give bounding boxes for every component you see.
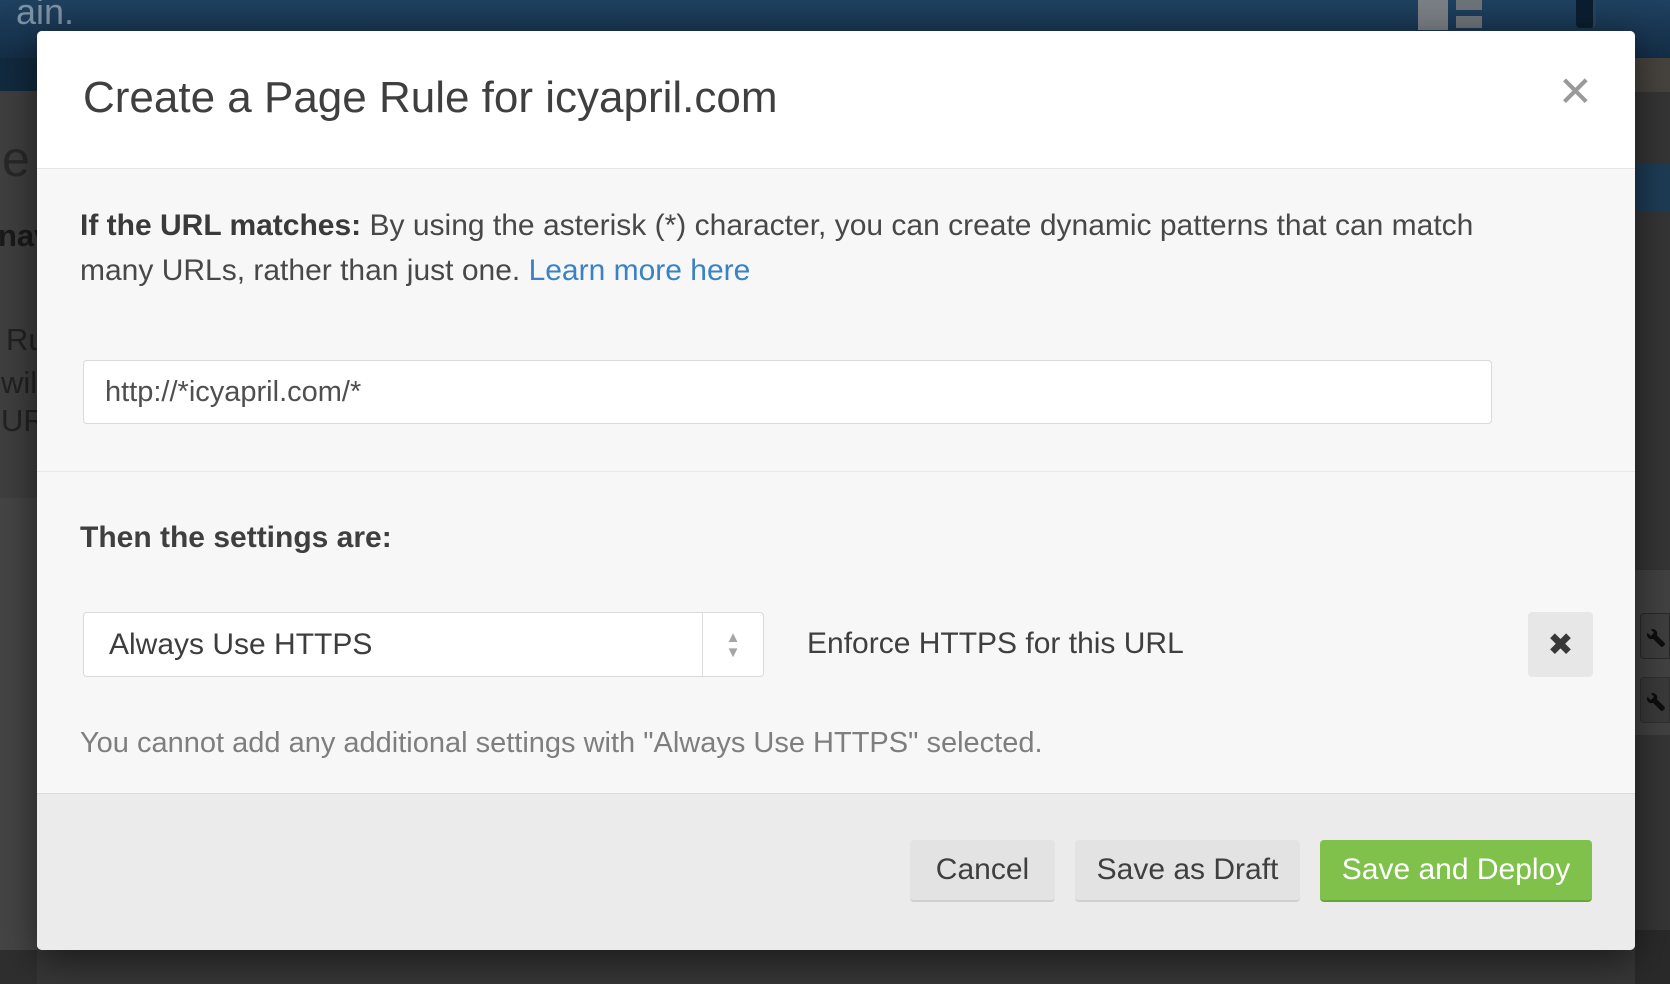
create-page-rule-modal: Create a Page Rule for icyapril.com ✕ If… xyxy=(37,31,1635,950)
url-match-label: If the URL matches: xyxy=(80,209,361,242)
close-icon[interactable]: ✕ xyxy=(1558,71,1593,113)
apps-grid-icon-block xyxy=(1418,0,1448,30)
modal-title: Create a Page Rule for icyapril.com xyxy=(83,73,778,123)
apps-grid-icon-bar xyxy=(1456,0,1482,10)
select-stepper: ▲ ▼ xyxy=(702,613,763,676)
modal-footer: Cancel Save as Draft Save and Deploy xyxy=(37,793,1635,950)
setting-note: You cannot add any additional settings w… xyxy=(80,727,1043,760)
dimmed-text-fragment: UR xyxy=(1,403,37,439)
dimmed-text-fragment: nav xyxy=(0,218,37,254)
remove-x-icon: ✖ xyxy=(1548,627,1574,663)
modal-header: Create a Page Rule for icyapril.com ✕ xyxy=(37,31,1635,168)
setting-select[interactable]: Always Use HTTPS ▲ ▼ xyxy=(83,612,764,677)
apps-grid-icon xyxy=(1408,0,1488,30)
dimmed-lowband xyxy=(0,498,37,950)
settings-heading: Then the settings are: xyxy=(80,521,392,555)
setting-select-value: Always Use HTTPS xyxy=(109,613,372,676)
apps-grid-icon-bar xyxy=(1456,16,1482,28)
dimmed-warmband xyxy=(1635,58,1670,92)
url-pattern-input[interactable] xyxy=(83,360,1492,424)
learn-more-link[interactable]: Learn more here xyxy=(529,254,751,287)
dimmed-page-bottom xyxy=(37,950,1635,984)
dimmed-text-fragment: e xyxy=(2,130,30,188)
modal-body: If the URL matches: By using the asteris… xyxy=(37,168,1635,793)
dimmed-domain-text-fragment: ain. xyxy=(16,0,74,33)
navbar-icon-fragment xyxy=(1576,0,1596,28)
remove-setting-button[interactable]: ✖ xyxy=(1528,612,1593,677)
dimmed-text-fragment: will xyxy=(1,365,37,401)
setting-description: Enforce HTTPS for this URL xyxy=(807,627,1184,661)
chevron-down-icon: ▼ xyxy=(726,645,741,660)
page-rule-modal-screen: ain. e nav Ru will UR Create a Page xyxy=(0,0,1670,984)
dimmed-page-right-strip xyxy=(1635,58,1670,984)
dimmed-botband xyxy=(0,950,37,984)
section-divider xyxy=(37,471,1635,472)
dimmed-blue-button-fragment xyxy=(1636,163,1670,212)
dimmed-navband xyxy=(0,58,37,91)
chevron-up-icon: ▲ xyxy=(726,630,741,645)
save-as-draft-button[interactable]: Save as Draft xyxy=(1075,840,1300,902)
cancel-button[interactable]: Cancel xyxy=(910,840,1055,902)
dimmed-page-left-strip: e nav Ru will UR xyxy=(0,58,37,984)
url-match-description: If the URL matches: By using the asteris… xyxy=(80,203,1482,293)
save-and-deploy-button[interactable]: Save and Deploy xyxy=(1320,840,1592,902)
dimmed-bottom-band xyxy=(1635,930,1670,984)
dimmed-text-fragment: Ru xyxy=(6,322,37,358)
wrench-icon xyxy=(1640,677,1670,723)
wrench-icon xyxy=(1640,613,1670,659)
